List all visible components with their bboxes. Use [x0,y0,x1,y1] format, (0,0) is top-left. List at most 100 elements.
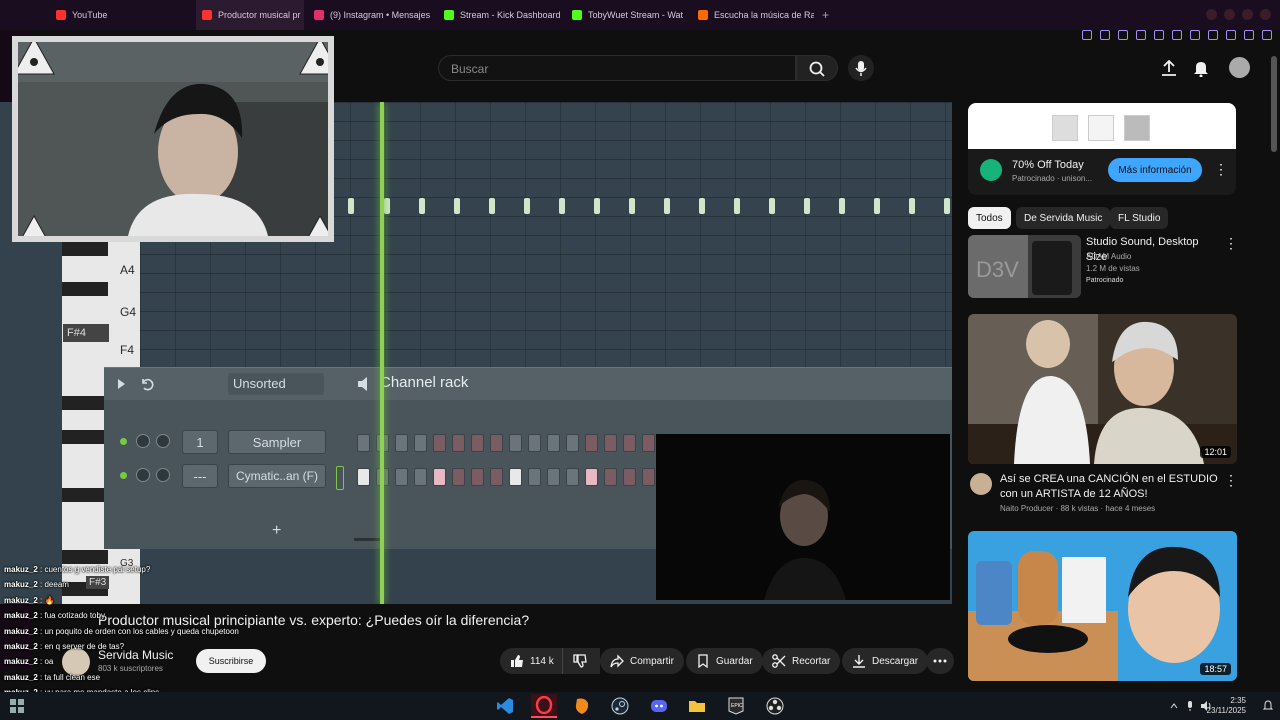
extension-icon[interactable] [1172,30,1182,40]
search-button[interactable] [796,55,838,81]
microphone-icon[interactable] [1185,700,1195,712]
extension-icon[interactable] [1208,30,1218,40]
taskbar-app-obs[interactable] [762,694,788,718]
clip-button[interactable]: Recortar [762,648,841,674]
step-button[interactable] [357,468,370,486]
extension-icon[interactable] [1118,30,1128,40]
minimize-icon[interactable] [1206,9,1217,20]
extension-icon[interactable] [1100,30,1110,40]
heart-icon[interactable] [1154,30,1164,40]
tab-kick-stream[interactable]: TobyWuet Stream - Wat [572,0,688,30]
extension-icon[interactable] [1226,30,1236,40]
video-thumbnail[interactable]: D3V [968,235,1081,298]
taskbar-app-vscode[interactable] [492,694,518,718]
channel-led[interactable] [120,472,127,479]
share-button[interactable]: Compartir [600,648,684,674]
step-button[interactable] [509,434,522,452]
pan-knob[interactable] [136,468,150,482]
step-button[interactable] [566,468,579,486]
upload-button[interactable] [1160,59,1178,82]
undo-icon[interactable] [140,377,154,391]
voice-search-button[interactable] [848,55,874,81]
play-arrow-icon[interactable] [116,378,126,390]
step-button[interactable] [414,434,427,452]
step-button[interactable] [395,434,408,452]
step-button[interactable] [433,468,446,486]
menu-icon[interactable] [1262,30,1272,40]
video-thumbnail[interactable]: 12:01 [968,314,1237,464]
channel-name-button[interactable]: Cymatic..an (F) [228,464,326,488]
step-button[interactable] [642,434,655,452]
filter-dropdown[interactable]: Unsorted [228,373,324,395]
tab-productor[interactable]: Productor musical pr [196,0,304,30]
step-button[interactable] [490,434,503,452]
step-button[interactable] [604,434,617,452]
extension-icon[interactable] [1136,30,1146,40]
more-options-icon[interactable] [1214,161,1228,178]
chip-channel[interactable]: De Servida Music [1016,207,1111,229]
sponsored-ad-card[interactable]: 70% Off Today Patrocinado · unison... Má… [968,103,1236,195]
start-button[interactable] [4,694,30,718]
ad-more-info-button[interactable]: Más información [1108,158,1202,182]
volume-knob[interactable] [156,434,170,448]
tab-youtube[interactable]: YouTube [56,0,196,30]
step-button[interactable] [471,468,484,486]
tab-kick-dashboard[interactable]: Stream - Kick Dashboard [444,0,564,30]
step-button[interactable] [547,468,560,486]
step-button[interactable] [642,468,655,486]
dislike-button[interactable] [562,648,596,674]
notifications-button[interactable] [1192,59,1210,82]
step-button[interactable] [585,434,598,452]
extension-icon[interactable] [1190,30,1200,40]
close-icon[interactable] [1242,9,1253,20]
pan-knob[interactable] [136,434,150,448]
step-button[interactable] [566,434,579,452]
download-icon[interactable] [1244,30,1254,40]
taskbar-app-discord[interactable] [646,694,672,718]
chip-all[interactable]: Todos [968,207,1011,229]
step-button[interactable] [547,434,560,452]
step-button[interactable] [452,468,465,486]
step-button[interactable] [604,468,617,486]
extension-icon[interactable] [1082,30,1092,40]
save-button[interactable]: Guardar [686,648,763,674]
channel-avatar[interactable] [970,473,992,495]
menu-icon[interactable] [1260,9,1271,20]
step-button[interactable] [471,434,484,452]
tab-instagram[interactable]: (9) Instagram • Mensajes [314,0,438,30]
more-options-icon[interactable] [1224,235,1238,252]
step-button[interactable] [528,434,541,452]
video-thumbnail[interactable]: 18:57 [968,531,1237,681]
rack-scrollbar[interactable] [354,538,380,541]
channel-select[interactable] [336,466,344,490]
channel-number[interactable]: 1 [182,430,218,454]
chevron-up-icon[interactable] [1170,702,1178,710]
taskbar-app-file-explorer[interactable] [684,694,710,718]
step-button[interactable] [395,468,408,486]
step-button[interactable] [623,468,636,486]
taskbar-app-fl-studio[interactable] [569,694,595,718]
channel-led[interactable] [120,438,127,445]
notification-icon[interactable] [1262,700,1274,712]
step-button[interactable] [357,434,370,452]
step-button[interactable] [623,434,636,452]
step-button[interactable] [585,468,598,486]
step-button[interactable] [528,468,541,486]
taskbar-app-epic-games[interactable]: EPIC [723,694,749,718]
more-actions-button[interactable] [926,648,954,674]
avatar[interactable] [1229,57,1250,78]
taskbar-app-opera[interactable] [531,694,557,718]
search-input[interactable]: Buscar [438,55,796,81]
system-clock[interactable]: 2:35 23/11/2025 [1207,696,1246,716]
step-button[interactable] [490,468,503,486]
new-tab-button[interactable]: + [822,0,836,30]
chip-fl-studio[interactable]: FL Studio [1110,207,1169,229]
step-button[interactable] [509,468,522,486]
tab-music[interactable]: Escucha la música de Ra [698,0,814,30]
more-options-icon[interactable] [1224,472,1238,489]
download-button[interactable]: Descargar [842,648,929,674]
add-channel-button[interactable]: + [272,522,281,540]
step-button[interactable] [414,468,427,486]
step-button[interactable] [433,434,446,452]
channel-number[interactable]: --- [182,464,218,488]
